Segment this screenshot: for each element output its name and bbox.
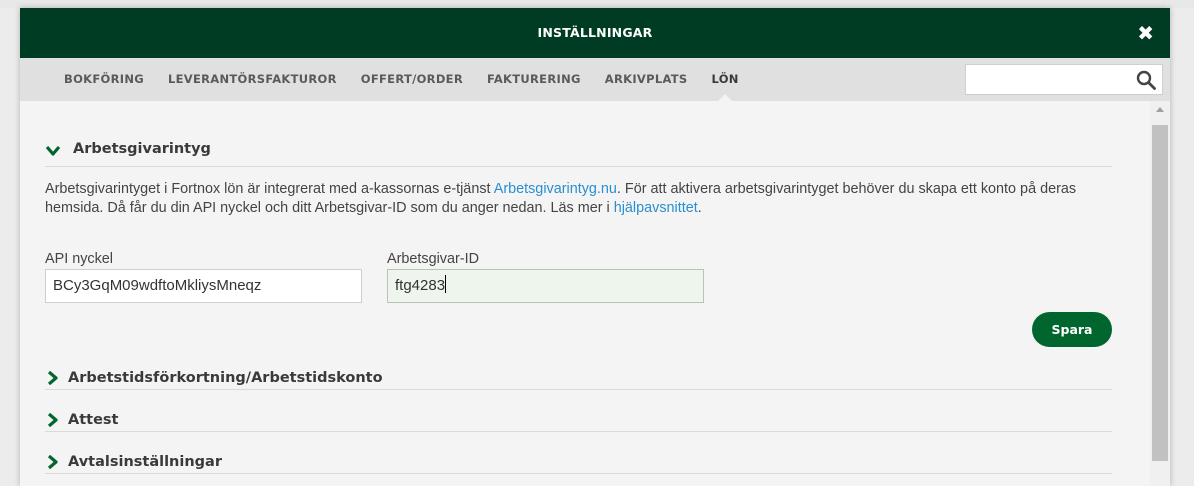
tab-lon-label: LÖN xyxy=(711,72,739,86)
settings-modal: INSTÄLLNINGAR ✖ BOKFÖRING LEVERANTÖRSFAK… xyxy=(20,8,1170,486)
tab-arkivplats[interactable]: ARKIVPLATS xyxy=(593,58,700,101)
scrollbar[interactable] xyxy=(1150,101,1170,486)
save-button[interactable]: Spara xyxy=(1032,312,1112,347)
desc-text-3: . xyxy=(697,200,702,216)
tab-leverantorsfakturor[interactable]: LEVERANTÖRSFAKTUROR xyxy=(156,58,349,101)
section-arbetstid-header[interactable]: Arbetstidsförkortning/Arbetstidskonto xyxy=(45,370,1112,390)
scroll-thumb[interactable] xyxy=(1152,125,1168,461)
tab-bokforing[interactable]: BOKFÖRING xyxy=(52,58,156,101)
api-key-input[interactable]: BCy3GqM09wdftoMkliysMneqz xyxy=(45,269,362,303)
chevron-right-icon xyxy=(47,371,58,385)
tab-lon[interactable]: LÖN xyxy=(700,58,751,101)
chevron-right-icon xyxy=(47,455,58,469)
scroll-up-arrow-icon[interactable] xyxy=(1156,107,1164,112)
section-title: Attest xyxy=(68,412,119,428)
text-cursor xyxy=(445,275,447,293)
active-tab-indicator xyxy=(718,94,733,101)
section-avtal-header[interactable]: Avtalsinställningar xyxy=(45,454,1112,474)
section-title: Arbetstidsförkortning/Arbetstidskonto xyxy=(68,370,383,386)
settings-content: Arbetsgivarintyg Arbetsgivarintyget i Fo… xyxy=(20,101,1150,486)
close-icon[interactable]: ✖ xyxy=(1137,21,1154,45)
chevron-down-icon xyxy=(45,145,61,156)
modal-header: INSTÄLLNINGAR ✖ xyxy=(20,8,1170,58)
chevron-right-icon xyxy=(47,413,58,427)
search-icon[interactable] xyxy=(1136,70,1156,90)
section-title: Arbetsgivarintyg xyxy=(73,141,211,157)
employer-id-input[interactable]: ftg4283 xyxy=(387,269,704,303)
tab-fakturering[interactable]: FAKTURERING xyxy=(475,58,593,101)
employer-id-value: ftg4283 xyxy=(395,277,446,294)
tabs: BOKFÖRING LEVERANTÖRSFAKTUROR OFFERT/ORD… xyxy=(52,58,751,101)
search-box xyxy=(965,64,1163,95)
arbetsgivarintyg-description: Arbetsgivarintyget i Fortnox lön är inte… xyxy=(45,180,1115,218)
section-arbetsgivarintyg-header[interactable]: Arbetsgivarintyg xyxy=(45,141,1112,167)
page-backdrop xyxy=(0,0,1194,8)
search-input[interactable] xyxy=(966,65,1142,94)
modal-title: INSTÄLLNINGAR xyxy=(537,25,653,40)
employer-id-label: Arbetsgivar-ID xyxy=(387,251,479,267)
section-attest-header[interactable]: Attest xyxy=(45,412,1112,432)
api-key-value: BCy3GqM09wdftoMkliysMneqz xyxy=(53,277,262,294)
arbetsgivarintyg-link[interactable]: Arbetsgivarintyg.nu xyxy=(494,181,617,197)
api-key-label: API nyckel xyxy=(45,251,113,267)
desc-text-1: Arbetsgivarintyget i Fortnox lön är inte… xyxy=(45,181,494,197)
tab-bar: BOKFÖRING LEVERANTÖRSFAKTUROR OFFERT/ORD… xyxy=(20,58,1170,101)
section-title: Avtalsinställningar xyxy=(68,454,222,470)
help-section-link[interactable]: hjälpavsnittet xyxy=(614,200,698,216)
tab-offert-order[interactable]: OFFERT/ORDER xyxy=(349,58,475,101)
